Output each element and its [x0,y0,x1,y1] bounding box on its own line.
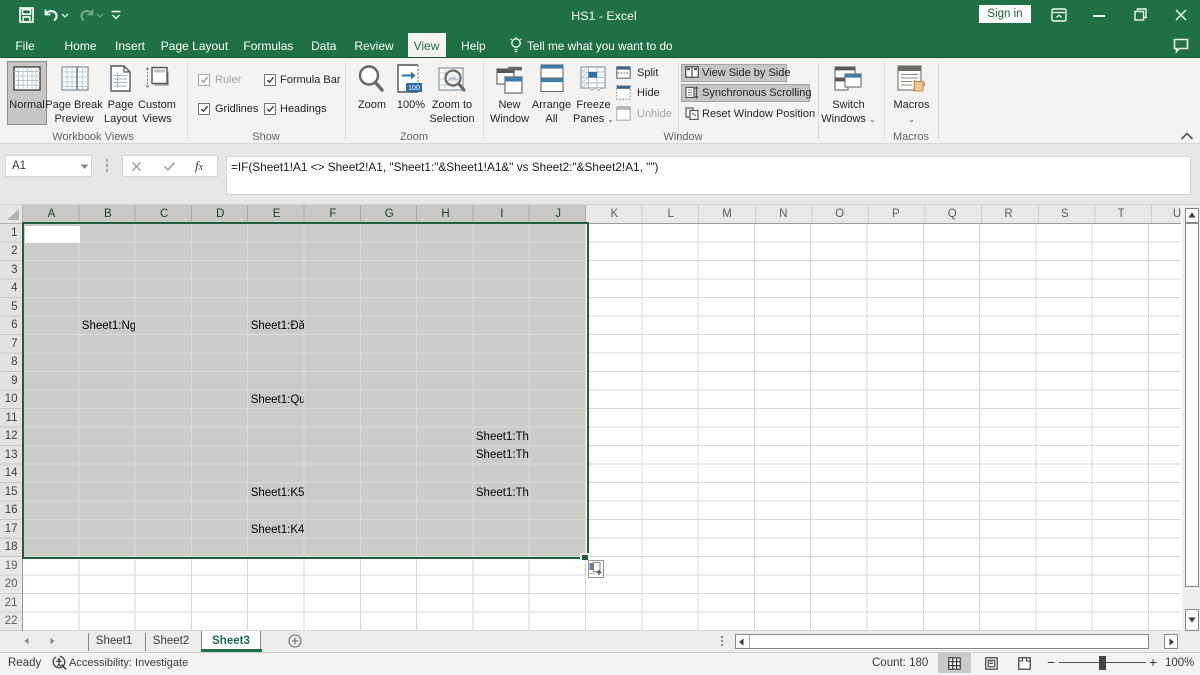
svg-text:100: 100 [408,85,420,92]
